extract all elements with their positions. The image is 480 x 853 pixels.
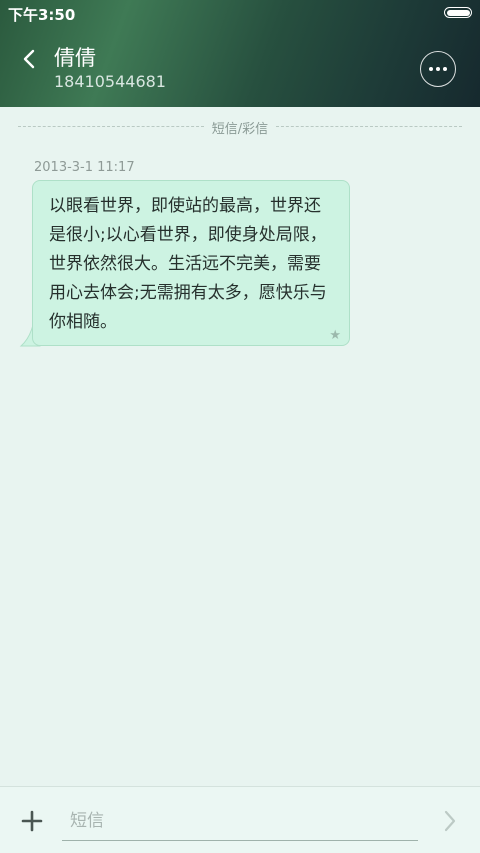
message-timestamp: 2013-3-1 11:17 (34, 160, 135, 175)
sms-input[interactable] (62, 801, 418, 841)
status-time: 下午3:50 (8, 6, 76, 24)
plus-icon (21, 810, 43, 832)
chevron-right-icon (444, 810, 456, 832)
battery-icon (444, 7, 472, 18)
status-bar: 下午3:50 (0, 0, 480, 28)
back-button[interactable] (14, 44, 44, 74)
add-attachment-button[interactable] (16, 805, 48, 837)
battery-level (446, 9, 470, 16)
more-dots-icon (429, 67, 447, 71)
thread-type-label: 短信/彩信 (211, 122, 269, 137)
thread-type-divider: 短信/彩信 (0, 116, 480, 137)
contact-name: 倩倩 (54, 46, 96, 70)
send-button[interactable] (436, 807, 464, 835)
divider-line-right (276, 126, 462, 127)
star-icon: ★ (329, 328, 341, 343)
chevron-left-icon (23, 49, 35, 69)
message-bubble-container[interactable]: 以眼看世界，即使站的最高，世界还是很小;以心看世界，即使身处局限，世界依然很大。… (18, 180, 354, 348)
message-text: 以眼看世界，即使站的最高，世界还是很小;以心看世界，即使身处局限，世界依然很大。… (49, 196, 327, 332)
contact-number: 18410544681 (54, 72, 166, 91)
conversation-header: 下午3:50 倩倩 18410544681 (0, 0, 480, 107)
composer-bar (0, 786, 480, 853)
more-options-button[interactable] (420, 51, 456, 87)
message-bubble[interactable]: 以眼看世界，即使站的最高，世界还是很小;以心看世界，即使身处局限，世界依然很大。… (32, 180, 350, 346)
